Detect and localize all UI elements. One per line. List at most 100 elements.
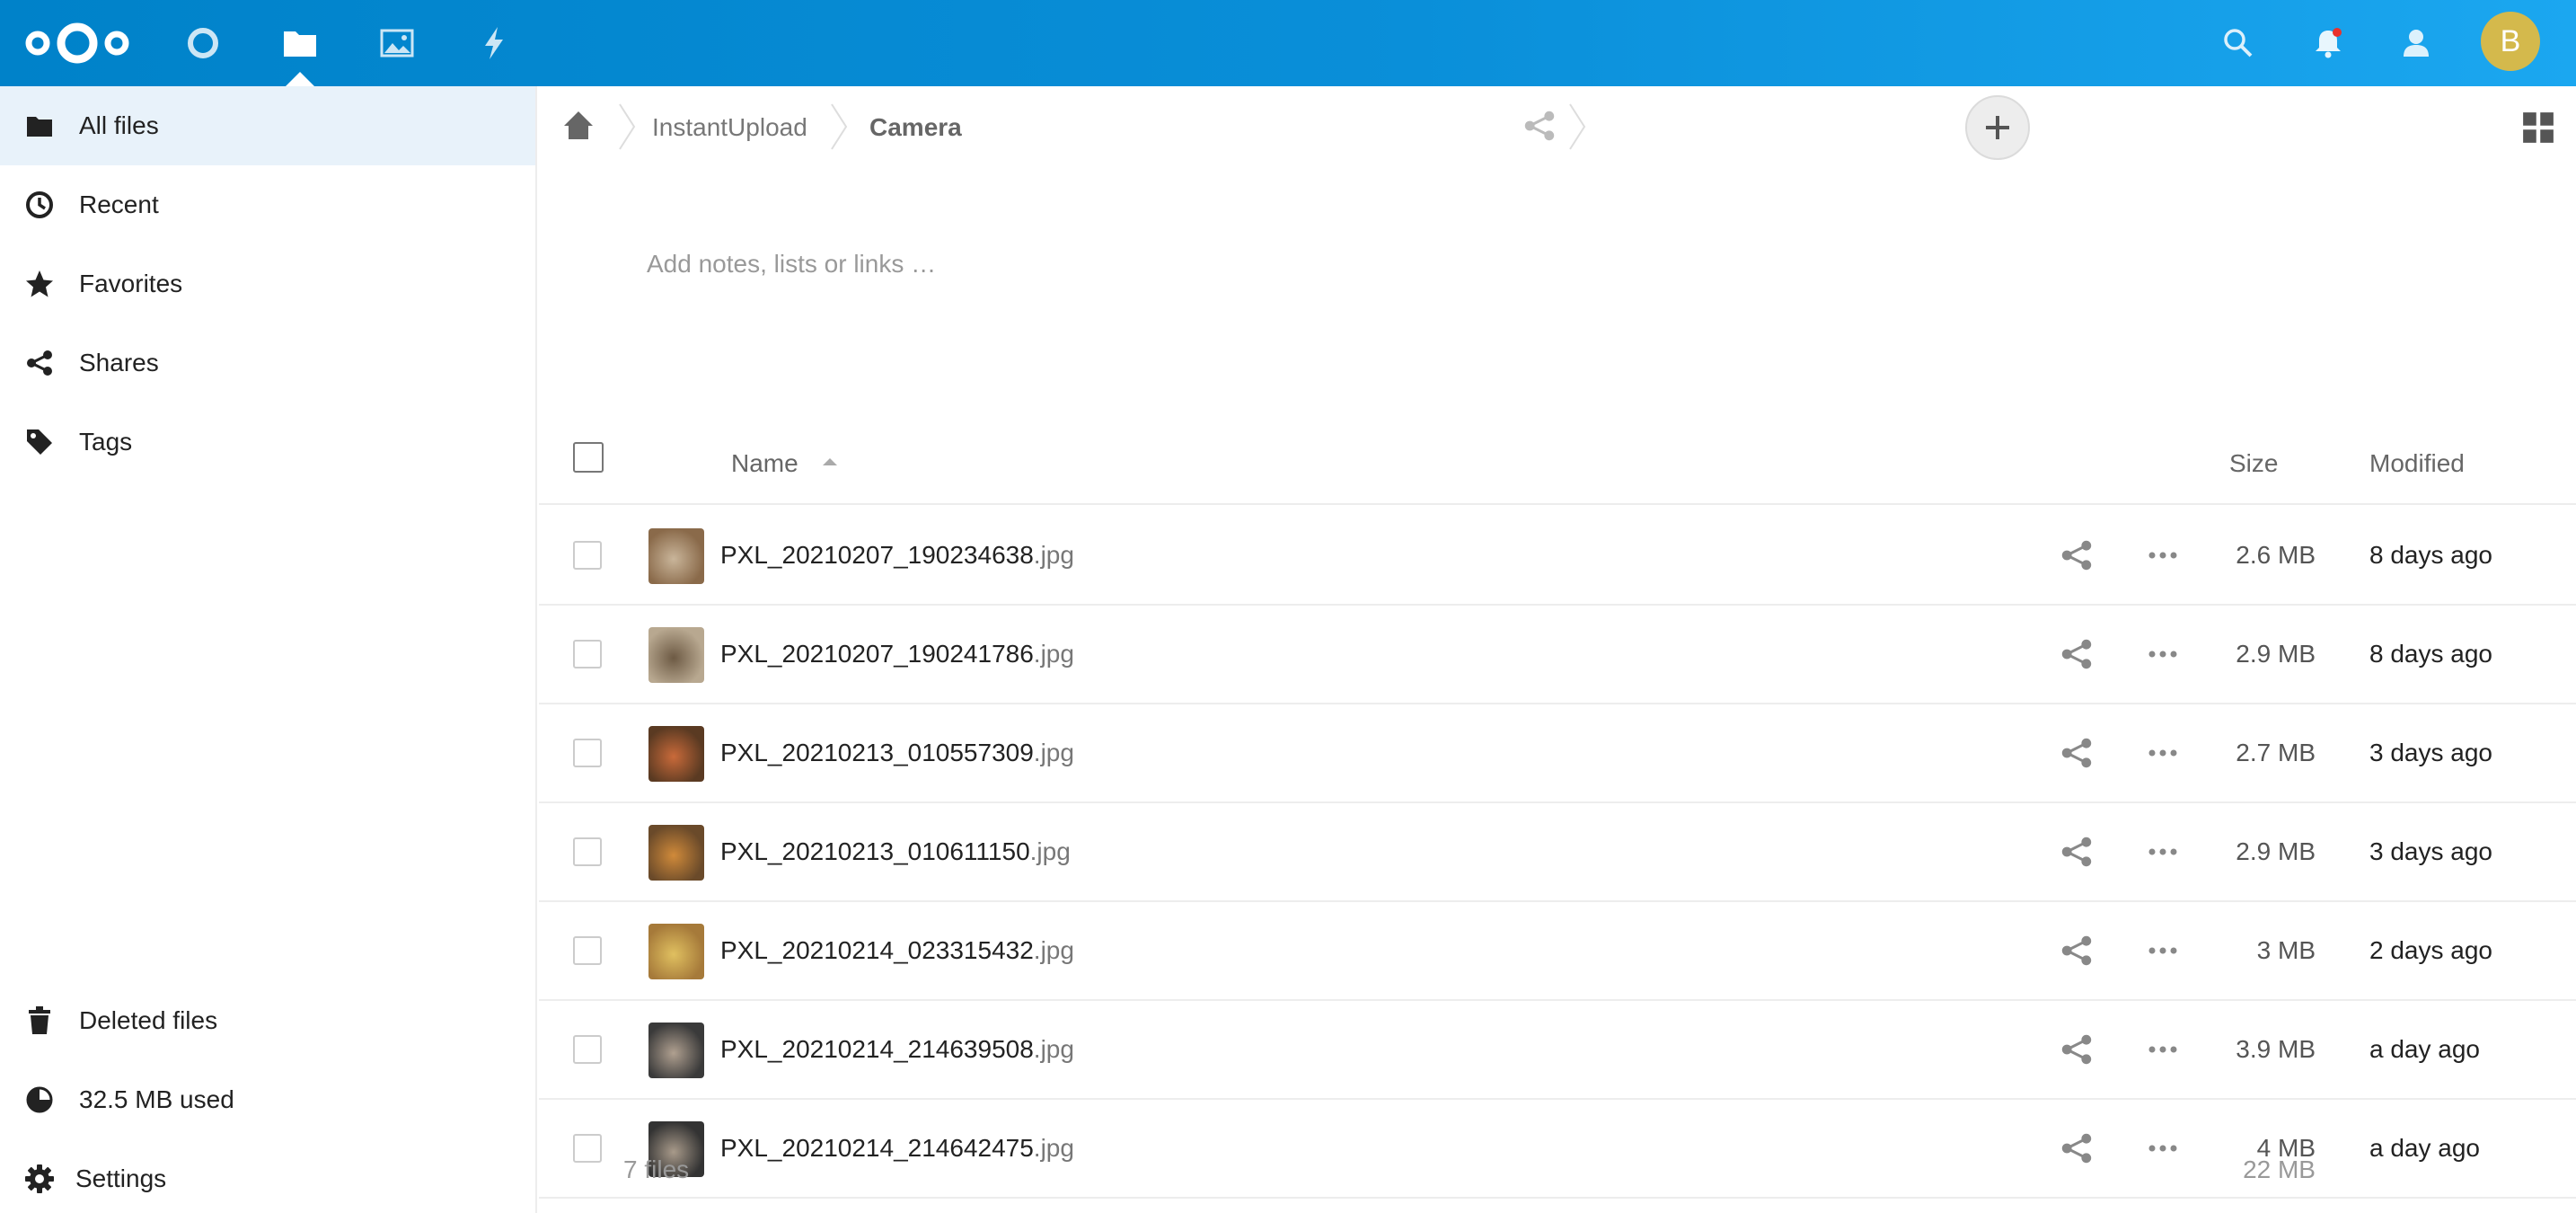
clock-icon — [23, 189, 56, 221]
sidebar-item-shares[interactable]: Shares — [0, 323, 535, 403]
row-checkbox[interactable] — [573, 1035, 602, 1064]
breadcrumb: InstantUpload Camera — [539, 86, 2576, 167]
file-thumbnail[interactable] — [648, 1023, 704, 1078]
share-icon[interactable] — [1523, 110, 1556, 142]
file-extension: .jpg — [1033, 936, 1074, 964]
file-name[interactable]: PXL_20210207_190241786.jpg — [720, 640, 1074, 668]
column-name[interactable]: Name — [731, 449, 798, 478]
file-modified: a day ago — [2369, 1134, 2480, 1162]
file-size: 2.7 MB — [2236, 739, 2316, 766]
file-thumbnail[interactable] — [648, 627, 704, 683]
file-size: 3 MB — [2256, 936, 2316, 964]
sidebar-item-settings[interactable]: Settings — [0, 1139, 535, 1213]
quota-indicator[interactable]: 32.5 MB used — [0, 1060, 535, 1139]
file-extension: .jpg — [1029, 837, 1071, 865]
breadcrumb-item[interactable]: InstantUpload — [652, 113, 807, 142]
table-row[interactable]: PXL_20210213_010557309.jpg 2.7 MB 3 days a… — [539, 704, 2576, 803]
share-icon[interactable] — [2060, 539, 2093, 571]
files-app-icon[interactable] — [273, 16, 327, 70]
file-extension: .jpg — [1033, 739, 1074, 766]
file-name[interactable]: PXL_20210214_214639508.jpg — [720, 1035, 1074, 1064]
share-icon[interactable] — [2060, 836, 2093, 868]
file-count-summary: 7 files — [623, 1155, 690, 1183]
more-actions-icon[interactable] — [2145, 737, 2181, 769]
file-modified: 8 days ago — [2369, 640, 2492, 668]
contacts-icon[interactable] — [2391, 16, 2445, 70]
table-row[interactable]: PXL_20210207_190241786.jpg 2.9 MB 8 days a… — [539, 606, 2576, 704]
file-name[interactable]: PXL_20210213_010611150.jpg — [720, 837, 1071, 866]
table-row[interactable]: PXL_20210214_214639508.jpg 3.9 MB a day ag… — [539, 1001, 2576, 1100]
sidebar-item-label: Settings — [75, 1164, 167, 1192]
activity-app-icon[interactable] — [467, 16, 521, 70]
nextcloud-logo[interactable] — [20, 14, 135, 72]
file-modified: a day ago — [2369, 1035, 2480, 1063]
column-modified[interactable]: Modified — [2369, 449, 2465, 478]
more-actions-icon[interactable] — [2145, 836, 2181, 868]
sidebar-item-recent[interactable]: Recent — [0, 165, 535, 244]
search-icon[interactable] — [2211, 16, 2265, 70]
file-modified: 8 days ago — [2369, 541, 2492, 569]
more-actions-icon[interactable] — [2145, 1033, 2181, 1066]
file-extension: .jpg — [1033, 1134, 1074, 1162]
breadcrumb-separator — [619, 103, 636, 150]
photos-app-icon[interactable] — [370, 16, 424, 70]
sidebar-item-favorites[interactable]: Favorites — [0, 244, 535, 323]
sort-ascending-icon — [823, 458, 837, 465]
more-actions-icon[interactable] — [2145, 638, 2181, 670]
table-row[interactable]: PXL_20210207_190234638.jpg 2.6 MB 8 days a… — [539, 507, 2576, 606]
file-thumbnail[interactable] — [648, 528, 704, 584]
more-actions-icon[interactable] — [2145, 539, 2181, 571]
select-all-checkbox[interactable] — [573, 442, 604, 473]
grid-view-icon[interactable] — [2522, 111, 2554, 144]
file-basename: PXL_20210207_190234638 — [720, 541, 1034, 569]
top-bar: B — [0, 0, 2576, 86]
share-icon[interactable] — [2060, 1033, 2093, 1066]
file-thumbnail[interactable] — [648, 726, 704, 782]
rich-workspace-placeholder[interactable]: Add notes, lists or links … — [647, 250, 936, 279]
row-checkbox[interactable] — [573, 739, 602, 767]
share-icon[interactable] — [2060, 1132, 2093, 1164]
file-basename: PXL_20210214_214639508 — [720, 1035, 1034, 1063]
more-actions-icon[interactable] — [2145, 1132, 2181, 1164]
sidebar-item-label: All files — [79, 111, 159, 139]
more-actions-icon[interactable] — [2145, 934, 2181, 967]
sidebar-item-all-files[interactable]: All files — [0, 86, 535, 165]
pie-chart-icon — [23, 1084, 56, 1116]
new-file-button[interactable] — [1965, 95, 2030, 160]
user-avatar[interactable]: B — [2481, 12, 2540, 71]
row-checkbox[interactable] — [573, 936, 602, 965]
gear-icon — [23, 1163, 56, 1195]
row-checkbox[interactable] — [573, 837, 602, 866]
file-size: 2.9 MB — [2236, 837, 2316, 865]
column-size[interactable]: Size — [2229, 449, 2278, 478]
sidebar-item-deleted-files[interactable]: Deleted files — [0, 981, 535, 1060]
table-row[interactable]: PXL_20210214_023315432.jpg 3 MB 2 days ago — [539, 902, 2576, 1001]
notifications-icon[interactable] — [2301, 16, 2355, 70]
share-icon[interactable] — [2060, 737, 2093, 769]
dashboard-icon[interactable] — [176, 16, 230, 70]
share-icon[interactable] — [2060, 638, 2093, 670]
sidebar-item-tags[interactable]: Tags — [0, 403, 535, 482]
tag-icon — [23, 426, 56, 458]
file-size: 2.9 MB — [2236, 640, 2316, 668]
file-name[interactable]: PXL_20210213_010557309.jpg — [720, 739, 1074, 767]
home-icon[interactable] — [560, 108, 596, 144]
share-icon[interactable] — [2060, 934, 2093, 967]
file-name[interactable]: PXL_20210207_190234638.jpg — [720, 541, 1074, 570]
file-basename: PXL_20210207_190241786 — [720, 640, 1034, 668]
file-thumbnail[interactable] — [648, 924, 704, 979]
file-name[interactable]: PXL_20210214_023315432.jpg — [720, 936, 1074, 965]
file-basename: PXL_20210214_214642475 — [720, 1134, 1034, 1162]
breadcrumb-current[interactable]: Camera — [869, 113, 962, 142]
sidebar-item-label: Shares — [79, 349, 159, 376]
file-name[interactable]: PXL_20210214_214642475.jpg — [720, 1134, 1074, 1163]
file-thumbnail[interactable] — [648, 825, 704, 881]
row-checkbox[interactable] — [573, 640, 602, 668]
app-navigation: All files Recent Favorites Shares Tags D… — [0, 86, 537, 1213]
table-row[interactable]: PXL_20210213_010611150.jpg 2.9 MB 3 days a… — [539, 803, 2576, 902]
row-checkbox[interactable] — [573, 541, 602, 570]
trash-icon — [23, 1005, 56, 1037]
row-checkbox[interactable] — [573, 1134, 602, 1163]
file-modified: 3 days ago — [2369, 837, 2492, 865]
plus-icon — [1986, 116, 2009, 139]
